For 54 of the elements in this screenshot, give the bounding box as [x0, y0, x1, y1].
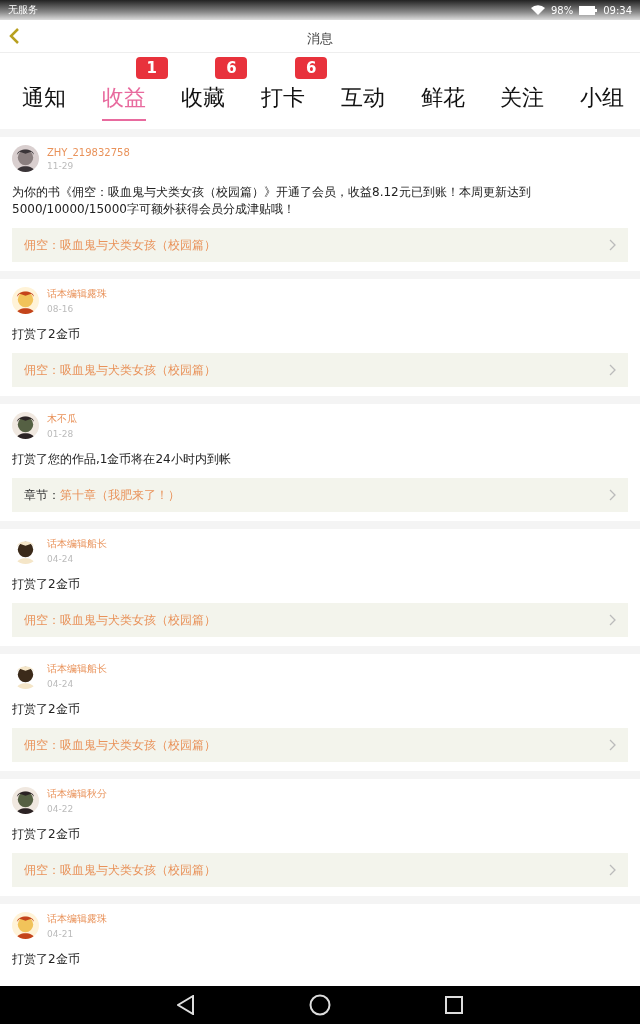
tab[interactable]: 收藏: [181, 83, 226, 121]
tab[interactable]: 小组: [579, 83, 624, 121]
user-name[interactable]: 木不瓜: [47, 412, 77, 426]
page-title: 消息: [307, 30, 333, 48]
back-nav-icon[interactable]: [177, 995, 195, 1015]
message-date: 04-24: [47, 554, 75, 564]
chevron-right-icon: [609, 614, 616, 626]
message-text: 打赏了您的作品,1金币将在24小时内到帐: [12, 451, 232, 468]
message-text: 打赏了2金币: [12, 701, 81, 718]
message-date: 04-22: [47, 804, 75, 814]
tab[interactable]: 鲜花: [420, 83, 465, 121]
message-text: 打赏了2金币: [12, 951, 81, 968]
message-date: 01-28: [47, 429, 75, 439]
user-name[interactable]: ZHY_219832758: [47, 146, 130, 158]
wifi-icon: [530, 5, 545, 15]
user-name[interactable]: 话本编辑露珠: [47, 912, 107, 926]
chevron-right-icon: [609, 489, 616, 501]
message-text: 打赏了2金币: [12, 326, 81, 343]
user-name[interactable]: 话本编辑秋分: [47, 787, 107, 801]
count-badge: 1: [135, 57, 168, 79]
message-date: 08-16: [47, 304, 75, 314]
recents-nav-icon[interactable]: [445, 996, 463, 1014]
message-text: 打赏了2金币: [12, 576, 81, 593]
message-date: 04-24: [47, 679, 75, 689]
work-link[interactable]: 佣空：吸血鬼与犬类女孩（校园篇）: [12, 728, 628, 762]
chevron-right-icon: [609, 364, 616, 376]
message-text: 打赏了2金币: [12, 826, 81, 843]
work-link[interactable]: 佣空：吸血鬼与犬类女孩（校园篇）: [12, 353, 628, 387]
tab[interactable]: 收益: [101, 83, 146, 121]
user-name[interactable]: 话本编辑露珠: [47, 287, 107, 301]
chevron-right-icon: [609, 739, 616, 751]
battery-icon: [579, 5, 598, 15]
back-icon[interactable]: [8, 27, 20, 45]
tab[interactable]: 互动: [340, 83, 385, 121]
user-name[interactable]: 话本编辑船长: [47, 662, 107, 676]
tab[interactable]: 通知: [22, 83, 66, 121]
work-link[interactable]: 佣空：吸血鬼与犬类女孩（校园篇）: [12, 603, 628, 637]
user-name[interactable]: 话本编辑船长: [47, 537, 107, 551]
tab[interactable]: 关注: [500, 83, 545, 121]
count-badge: 6: [215, 57, 248, 79]
message-date: 04-21: [47, 929, 75, 939]
work-link[interactable]: 佣空：吸血鬼与犬类女孩（校园篇）: [12, 228, 628, 262]
work-link[interactable]: 佣空：吸血鬼与犬类女孩（校园篇）: [12, 853, 628, 887]
message-date: 11-29: [47, 160, 75, 171]
work-link[interactable]: 章节：第十章（我肥来了！）: [12, 478, 628, 512]
message-text: 为你的书《佣空：吸血鬼与犬类女孩（校园篇）》开通了会员，收益8.12元已到账！本周更新达到5000/10000/15000字可额外获得会员分成津贴哦！: [12, 184, 532, 218]
tab[interactable]: 打卡: [261, 83, 306, 121]
chevron-right-icon: [609, 239, 616, 251]
clock: 09:34: [603, 4, 632, 16]
carrier-text: 无服务: [8, 3, 38, 17]
home-nav-icon[interactable]: [309, 994, 331, 1016]
count-badge: 6: [295, 57, 328, 79]
chevron-right-icon: [609, 864, 616, 876]
battery-percent: 98%: [550, 4, 574, 16]
